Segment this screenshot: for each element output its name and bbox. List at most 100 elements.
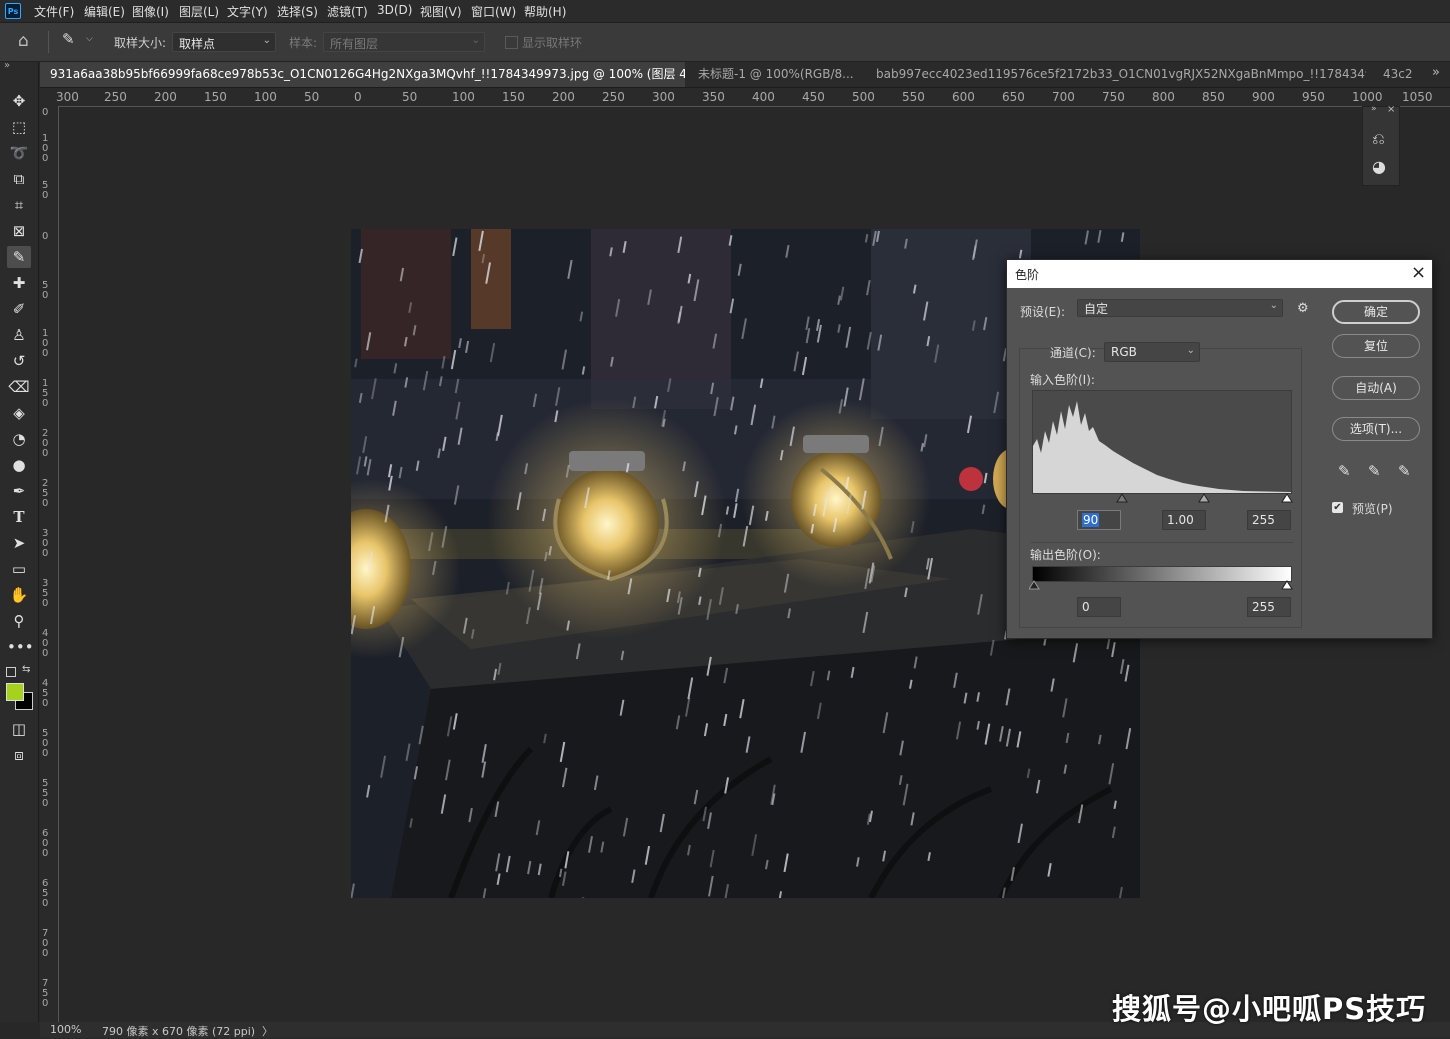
chevron-down-icon[interactable]: ⌵ (86, 34, 93, 44)
menu-filter[interactable]: 滤镜(T) (327, 3, 368, 20)
menu-view[interactable]: 视图(V) (420, 3, 462, 20)
paint-bucket-tool-icon[interactable]: ◈ (7, 402, 31, 424)
auto-button[interactable]: 自动(A) (1332, 376, 1420, 400)
history-panel-icon[interactable]: ⎌ (1372, 129, 1385, 149)
menu-3d[interactable]: 3D(D) (377, 3, 412, 17)
gear-icon[interactable]: ⚙ (1297, 301, 1309, 316)
sample-dropdown[interactable]: 所有图层 ⌄ (323, 32, 485, 52)
stamp-tool-icon[interactable]: ♙ (7, 324, 31, 346)
dialog-title-bar[interactable]: 色阶 × (1007, 260, 1432, 288)
gray-eyedropper-icon[interactable]: ✎ (1368, 462, 1381, 480)
more-tools-icon[interactable]: ••• (7, 636, 31, 658)
zoom-tool-icon[interactable]: ⚲ (7, 610, 31, 632)
default-colors-icon[interactable] (6, 667, 16, 677)
ruler-tick-label: 750 (42, 979, 50, 1009)
close-icon[interactable]: × (1411, 262, 1426, 283)
marquee-tool-icon[interactable]: ⬚ (7, 116, 31, 138)
ruler-tick-label: 650 (1002, 90, 1025, 104)
tab-document-active[interactable]: 931a6aa38b95bf66999fa68ce978b53c_O1CN012… (40, 62, 685, 87)
menu-type[interactable]: 文字(Y) (227, 3, 268, 20)
brush-tool-icon[interactable]: ✐ (7, 298, 31, 320)
swap-colors-icon[interactable]: ⇆ (22, 664, 30, 675)
ruler-tick-label: 0 (42, 108, 50, 118)
blur-tool-icon[interactable]: ◔ (7, 428, 31, 450)
pen-tool-icon[interactable]: ✒ (7, 480, 31, 502)
dodge-tool-icon[interactable]: ● (7, 454, 31, 476)
eraser-tool-icon[interactable]: ⌫ (7, 376, 31, 398)
menu-file[interactable]: 文件(F) (34, 3, 74, 20)
ruler-vertical: 0 100 50 0 50 100 150 200 250 300 350 40… (40, 106, 59, 1022)
menu-edit[interactable]: 编辑(E) (84, 3, 125, 20)
hand-tool-icon[interactable]: ✋ (7, 584, 31, 606)
white-point-slider[interactable] (1282, 494, 1292, 502)
frame-tool-icon[interactable]: ⊠ (7, 220, 31, 242)
eyedropper-tool-preset-icon[interactable]: ✎ (62, 30, 75, 48)
ruler-tick-label: 850 (1202, 90, 1225, 104)
black-point-slider[interactable] (1117, 494, 1127, 502)
screen-mode-icon[interactable]: ⧈ (7, 744, 31, 766)
type-tool-icon[interactable]: T (7, 506, 31, 528)
gamma-slider[interactable] (1199, 494, 1209, 502)
ruler-tick-label: 150 (204, 90, 227, 104)
menu-window[interactable]: 窗口(W) (471, 3, 516, 20)
move-tool-icon[interactable]: ✥ (7, 90, 31, 112)
black-eyedropper-icon[interactable]: ✎ (1338, 462, 1351, 480)
input-sliders[interactable] (1029, 492, 1295, 504)
reset-button[interactable]: 复位 (1332, 334, 1420, 358)
menu-image[interactable]: 图像(I) (132, 3, 169, 20)
path-select-tool-icon[interactable]: ➤ (7, 532, 31, 554)
collapse-icon[interactable]: » (4, 60, 10, 71)
foreground-color-swatch[interactable] (6, 683, 24, 701)
output-black-slider[interactable] (1029, 581, 1039, 589)
status-menu-arrow-icon[interactable]: 〉 (262, 1023, 273, 1039)
menu-layer[interactable]: 图层(L) (179, 3, 219, 20)
history-brush-tool-icon[interactable]: ↺ (7, 350, 31, 372)
document-info: 790 像素 x 670 像素 (72 ppi) (102, 1023, 255, 1039)
home-icon[interactable]: ⌂ (18, 31, 29, 51)
show-ring-checkbox[interactable] (505, 36, 518, 49)
ruler-tick-label: 350 (702, 90, 725, 104)
tab-untitled[interactable]: 未标题-1 @ 100%(RGB/8...× (698, 62, 860, 87)
preset-dropdown[interactable]: 自定 ⌄ (1077, 299, 1283, 317)
ok-button[interactable]: 确定 (1332, 300, 1420, 324)
healing-brush-tool-icon[interactable]: ✚ (7, 272, 31, 294)
crop-tool-icon[interactable]: ⌗ (7, 194, 31, 216)
preview-checkbox[interactable]: ✔ (1332, 502, 1343, 513)
color-panel-icon[interactable]: ◕ (1372, 157, 1386, 176)
output-white-slider[interactable] (1282, 581, 1292, 589)
tab-document-4[interactable]: 43c2 (1383, 62, 1423, 87)
preset-value: 自定 (1084, 302, 1108, 316)
input-gamma-value: 1.00 (1167, 513, 1194, 527)
input-gamma-field[interactable]: 1.00 (1162, 510, 1206, 530)
menu-select[interactable]: 选择(S) (277, 3, 318, 20)
quick-mask-icon[interactable]: ◫ (7, 718, 31, 740)
expand-panels-icon[interactable]: » (1371, 104, 1377, 114)
tab-label: 43c2 (1383, 67, 1413, 81)
zoom-level[interactable]: 100% (50, 1023, 81, 1036)
lasso-tool-icon[interactable]: ➰ (7, 142, 31, 164)
divider (1031, 542, 1293, 543)
tab-document-3[interactable]: bab997ecc4023ed119576ce5f2172b33_O1CN01v… (876, 62, 1366, 87)
levels-dialog: 色阶 × 预设(E): 自定 ⌄ ⚙ 通道(C): RGB ⌄ 输入色阶(I):… (1006, 259, 1433, 639)
checkmark-icon: ✔ (1333, 502, 1341, 513)
close-icon[interactable]: × (1387, 104, 1395, 115)
ruler-tick-label: 750 (1102, 90, 1125, 104)
output-white-field[interactable]: 255 (1247, 597, 1291, 617)
output-black-field[interactable]: 0 (1077, 597, 1121, 617)
rectangle-tool-icon[interactable]: ▭ (7, 558, 31, 580)
output-sliders[interactable] (1029, 579, 1295, 591)
options-button[interactable]: 选项(T)... (1332, 417, 1420, 441)
eyedropper-tool-icon[interactable]: ✎ (7, 246, 31, 268)
channel-dropdown[interactable]: RGB ⌄ (1104, 342, 1200, 362)
histogram-graph (1033, 391, 1291, 493)
ruler-tick-label: 400 (42, 629, 50, 659)
input-white-field[interactable]: 255 (1247, 510, 1291, 530)
menu-help[interactable]: 帮助(H) (524, 3, 566, 20)
sample-size-dropdown[interactable]: 取样点 ⌄ (172, 32, 276, 52)
tab-overflow-icon[interactable]: » (1432, 65, 1440, 80)
object-select-tool-icon[interactable]: ⧉ (7, 168, 31, 190)
ruler-tick-label: 150 (42, 379, 50, 409)
input-black-field[interactable]: 90 (1077, 510, 1121, 530)
ruler-tick-label: 550 (42, 779, 50, 809)
white-eyedropper-icon[interactable]: ✎ (1398, 462, 1411, 480)
